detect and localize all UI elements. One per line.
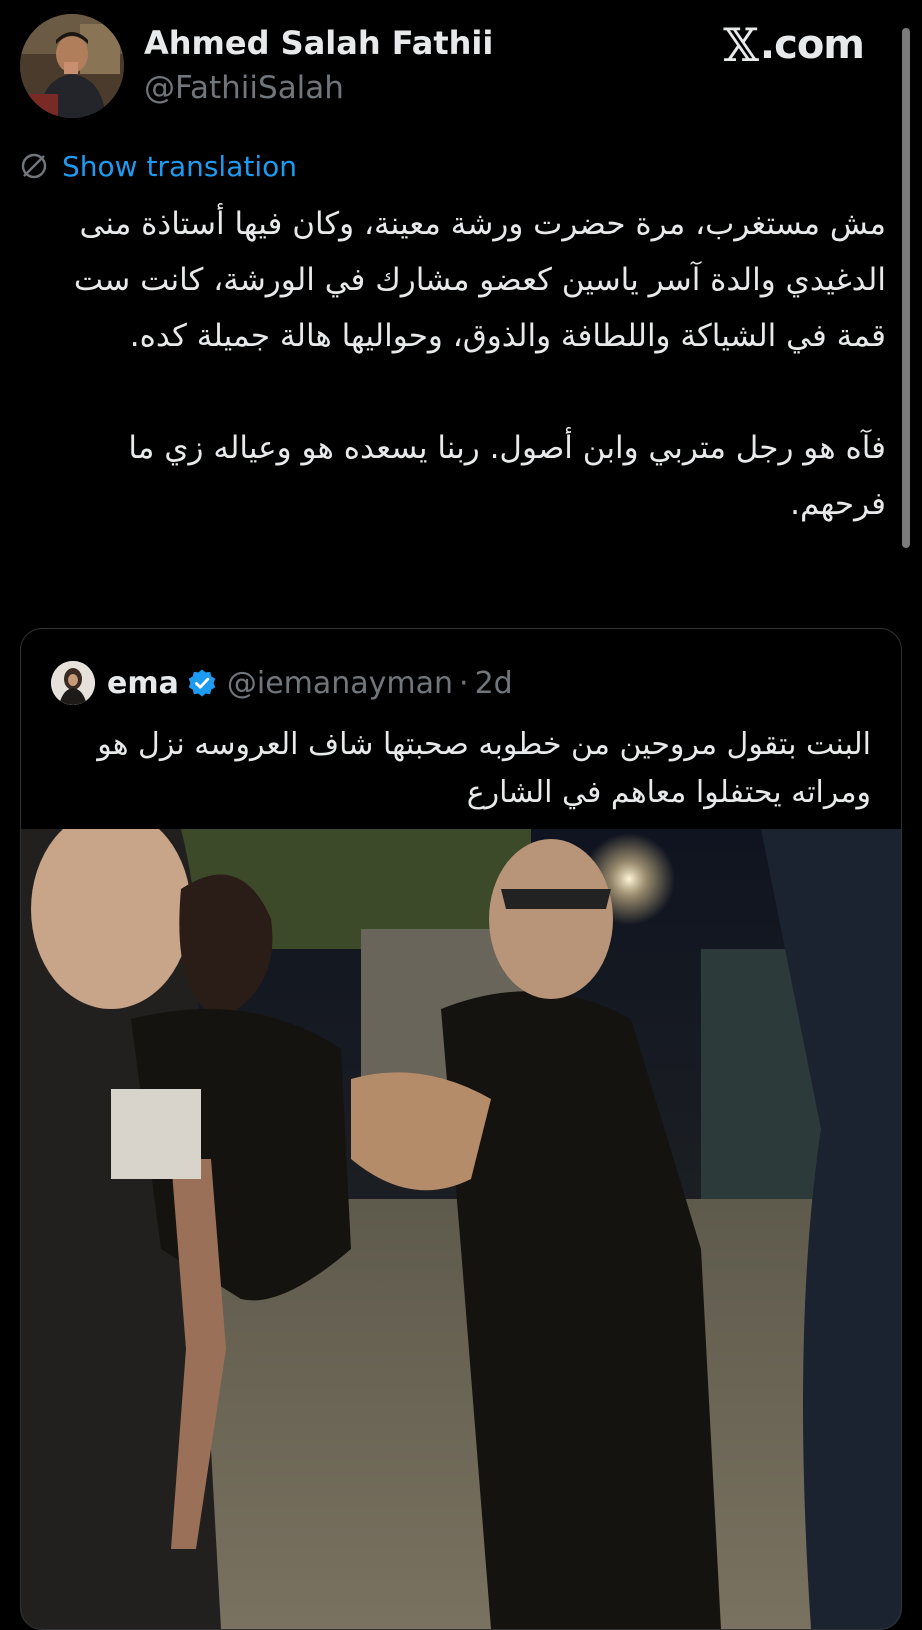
quoted-author-avatar[interactable] <box>51 661 95 705</box>
quoted-tweet-time[interactable]: 2d <box>475 666 513 701</box>
quoted-tweet-text: البنت بتقول مروحين من خطوبه صحبتها شاف ا… <box>71 721 871 817</box>
quoted-tweet-video[interactable] <box>21 829 901 1629</box>
show-translation-label[interactable]: Show translation <box>62 150 297 183</box>
tweet-body: مش مستغرب، مرة حضرت ورشة معينة، وكان فيه… <box>26 196 886 532</box>
profile-photo-icon <box>20 14 124 118</box>
quoted-tweet-card[interactable]: ema @iemanayman · 2d البنت بتقول مروحين … <box>20 628 902 1630</box>
quoted-tweet-header: ema @iemanayman · 2d <box>51 659 513 707</box>
show-translation-button[interactable]: Show translation <box>20 146 297 186</box>
quoted-author-handle[interactable]: @iemanayman <box>227 666 453 701</box>
quoted-profile-photo-icon <box>51 661 95 705</box>
tweet-paragraph-1: مش مستغرب، مرة حضرت ورشة معينة، وكان فيه… <box>73 206 886 354</box>
author-avatar[interactable] <box>20 14 124 118</box>
quoted-author-name[interactable]: ema <box>107 666 179 701</box>
site-logo: 𝕏 .com <box>723 18 865 72</box>
tweet-header: Ahmed Salah Fathii @FathiiSalah 𝕏 .com <box>0 0 922 130</box>
scrollbar-thumb[interactable] <box>902 28 910 548</box>
quoted-tweet-body: البنت بتقول مروحين من خطوبه صحبتها شاف ا… <box>97 727 871 810</box>
x-logo-icon: 𝕏 <box>723 18 759 72</box>
translate-globe-icon <box>21 153 47 179</box>
dot-separator: · <box>459 665 469 701</box>
author-display-name[interactable]: Ahmed Salah Fathii <box>144 24 493 62</box>
video-thumbnail-icon <box>21 829 901 1629</box>
verified-badge-icon <box>188 669 216 697</box>
site-logo-suffix: .com <box>759 22 865 68</box>
author-handle[interactable]: @FathiiSalah <box>144 70 344 106</box>
tweet-paragraph-2: فآه هو رجل متربي وابن أصول. ربنا يسعده ه… <box>128 430 886 522</box>
